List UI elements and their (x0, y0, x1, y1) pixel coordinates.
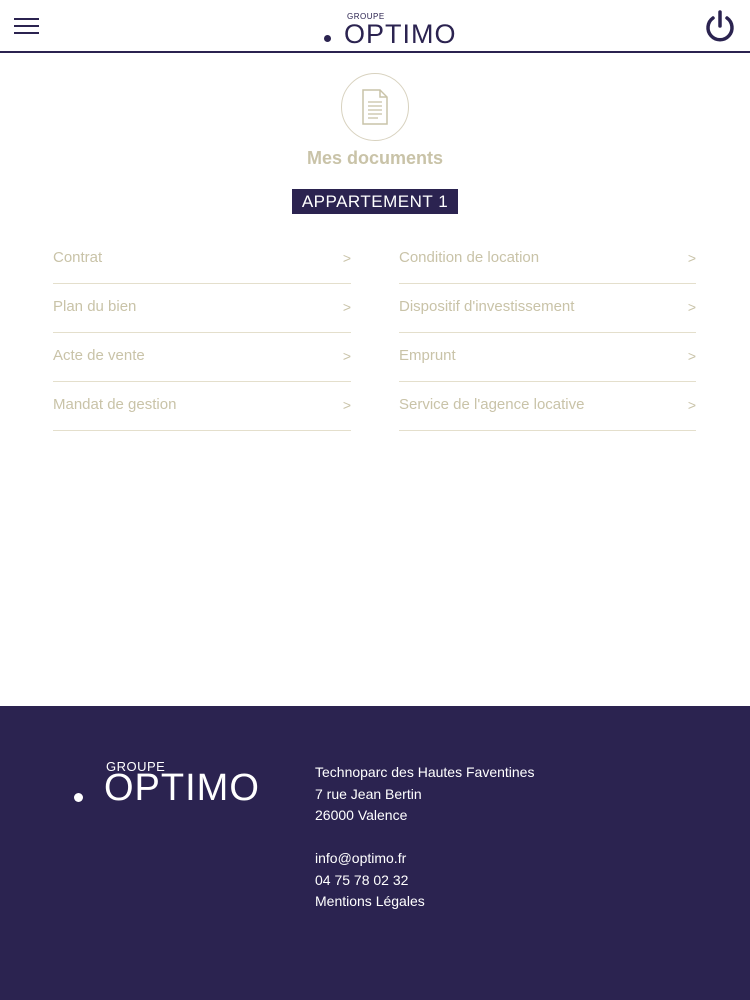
hamburger-icon[interactable] (14, 15, 40, 37)
doc-item-label: Dispositif d'investissement (399, 298, 575, 315)
page-title: Mes documents (306, 148, 444, 168)
document-list-right: Condition de location > Dispositif d'inv… (399, 235, 696, 431)
chevron-right-icon: > (342, 299, 351, 315)
doc-item-dispositif-investissement[interactable]: Dispositif d'investissement > (399, 284, 696, 333)
doc-item-emprunt[interactable]: Emprunt > (399, 333, 696, 382)
footer-logo-dot (74, 793, 83, 802)
top-bar: GROUPE OPTIMO (0, 0, 750, 53)
address-line: 7 rue Jean Bertin (315, 785, 422, 802)
footer-logo: GROUPE OPTIMO (74, 759, 274, 811)
doc-item-label: Plan du bien (53, 298, 137, 315)
apartment-badge: APPARTEMENT 1 (292, 189, 458, 214)
logo-word: OPTIMO (344, 19, 457, 49)
address-line: Technoparc des Hautes Faventines (315, 764, 535, 780)
phone-link[interactable]: 04 75 78 02 32 (315, 870, 534, 892)
doc-item-label: Mandat de gestion (53, 396, 177, 413)
doc-item-label: Condition de location (399, 249, 540, 266)
document-list-left: Contrat > Plan du bien > Acte de vente >… (53, 235, 351, 431)
doc-item-label: Service de l'agence locative (399, 396, 585, 413)
chevron-right-icon: > (342, 348, 351, 364)
address-line: 26000 Valence (315, 807, 408, 823)
footer-contact: Technoparc des Hautes Faventines 7 rue J… (315, 762, 534, 913)
legal-link[interactable]: Mentions Légales (315, 891, 534, 913)
document-icon (341, 73, 409, 141)
doc-item-condition-de-location[interactable]: Condition de location > (399, 235, 696, 284)
doc-item-label: Contrat (53, 249, 103, 266)
power-icon[interactable] (704, 9, 736, 43)
chevron-right-icon: > (687, 348, 696, 364)
logo[interactable]: GROUPE OPTIMO (322, 10, 468, 49)
doc-item-contrat[interactable]: Contrat > (53, 235, 351, 284)
doc-item-mandat-de-gestion[interactable]: Mandat de gestion > (53, 382, 351, 431)
logo-dot (324, 35, 331, 42)
chevron-right-icon: > (687, 397, 696, 413)
email-link[interactable]: info@optimo.fr (315, 848, 534, 870)
footer-logo-word: OPTIMO (104, 767, 260, 809)
chevron-right-icon: > (342, 250, 351, 266)
doc-item-service-agence-locative[interactable]: Service de l'agence locative > (399, 382, 696, 431)
chevron-right-icon: > (687, 250, 696, 266)
doc-item-plan-du-bien[interactable]: Plan du bien > (53, 284, 351, 333)
footer: GROUPE OPTIMO Technoparc des Hautes Fave… (0, 706, 750, 1000)
doc-item-acte-de-vente[interactable]: Acte de vente > (53, 333, 351, 382)
chevron-right-icon: > (687, 299, 696, 315)
doc-item-label: Acte de vente (53, 347, 145, 364)
chevron-right-icon: > (342, 397, 351, 413)
doc-item-label: Emprunt (399, 347, 456, 364)
